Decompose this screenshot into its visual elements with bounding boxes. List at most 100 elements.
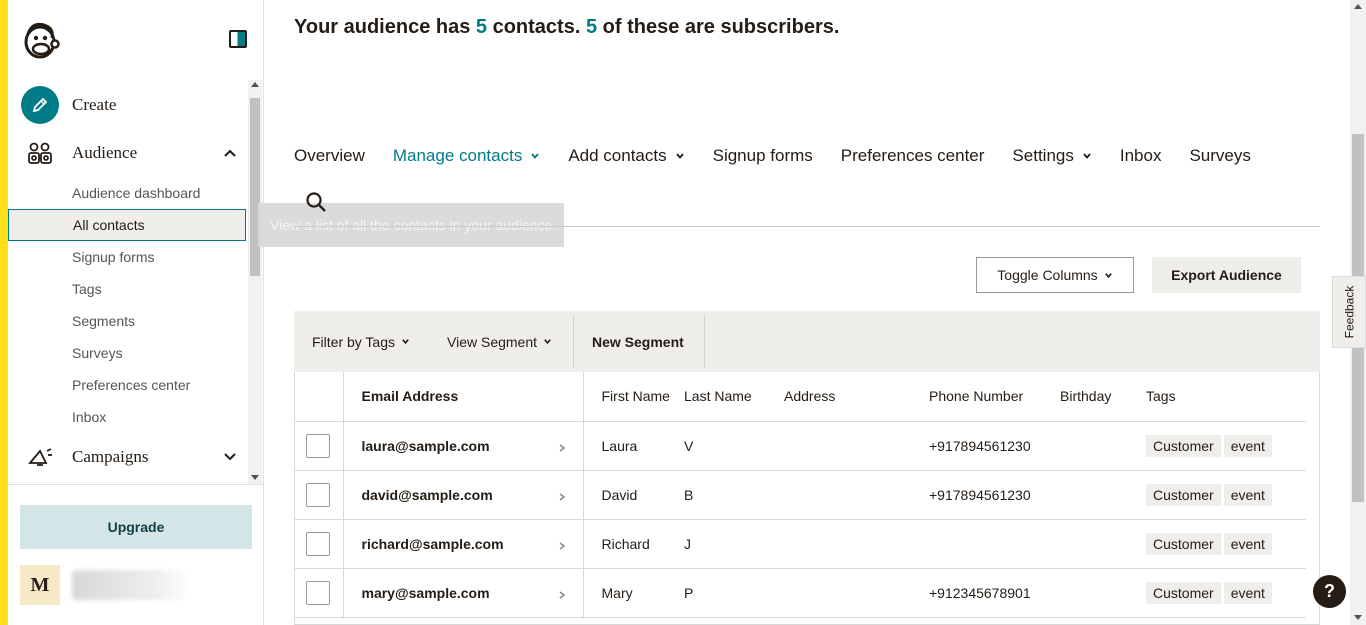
column-header-first-name[interactable]: First Name [583,372,684,422]
tab-overview[interactable]: Overview [294,144,365,168]
column-header-email[interactable]: Email Address [343,372,584,422]
chevron-down-icon [544,339,551,345]
row-checkbox[interactable] [306,531,330,556]
tag-badge[interactable]: event [1223,581,1272,604]
subscribers-count: 5 [585,16,598,38]
email-cell[interactable]: mary@sample.com [343,568,584,618]
chevron-right-icon[interactable] [557,492,567,502]
tab-label: Signup forms [712,146,813,165]
first-name-cell: Richard [583,519,684,569]
sidebar-subitem-signup-forms[interactable]: Signup forms [72,246,154,268]
email-link[interactable]: laura@sample.com [362,438,490,454]
address-cell [784,519,929,569]
sidebar-item-create[interactable]: Create [20,85,246,125]
toggle-columns-button[interactable]: Toggle Columns [976,257,1134,293]
tab-manage-contacts[interactable]: Manage contacts [393,144,540,168]
tag-badge[interactable]: event [1223,483,1272,506]
column-header-phone[interactable]: Phone Number [929,372,1060,422]
column-header-birthday[interactable]: Birthday [1060,372,1146,422]
tag-badge[interactable]: Customer [1146,483,1221,506]
column-header-address[interactable]: Address [784,372,929,422]
last-name-cell: J [684,519,784,569]
sidebar-item-audience[interactable]: Audience [20,133,246,173]
sidebar-subitem-surveys[interactable]: Surveys [72,342,123,364]
address-cell [784,568,929,618]
sidebar-subitem-segments[interactable]: Segments [72,310,135,332]
tab-signup-forms[interactable]: Signup forms [713,144,813,168]
scroll-down-icon[interactable] [1354,615,1362,620]
phone-cell [929,519,1060,569]
tab-surveys[interactable]: Surveys [1189,144,1250,168]
view-segment-dropdown[interactable]: View Segment [447,311,552,372]
contacts-table: Email Address First Name Last Name Addre… [294,372,1320,625]
tags-cell: Customer event [1146,519,1306,569]
email-cell[interactable]: richard@sample.com [343,519,584,569]
phone-cell: +917894561230 [929,470,1060,520]
brand-accent-bar [0,0,8,625]
feedback-button[interactable]: Feedback [1332,276,1366,348]
chevron-right-icon[interactable] [557,541,567,551]
tab-add-contacts[interactable]: Add contacts [568,144,684,168]
email-link[interactable]: david@sample.com [362,487,493,503]
sidebar-collapse-icon[interactable] [229,30,247,48]
sidebar-scrollbar[interactable] [248,80,262,484]
tag-badge[interactable]: event [1223,434,1272,457]
email-link[interactable]: mary@sample.com [362,585,490,601]
birthday-cell [1060,421,1146,471]
tag-badge[interactable]: Customer [1146,532,1221,555]
first-name-cell: Laura [583,421,684,471]
tag-badge[interactable]: Customer [1146,434,1221,457]
email-cell[interactable]: laura@sample.com [343,421,584,471]
row-checkbox[interactable] [306,580,330,605]
export-audience-button[interactable]: Export Audience [1152,257,1301,293]
sidebar-item-campaigns[interactable]: Campaigns [20,437,246,477]
headline-text: of these are subscribers. [597,16,840,38]
scroll-up-icon[interactable] [251,82,259,87]
dropdown-label: Filter by Tags [312,333,395,350]
megaphone-icon [20,437,60,477]
tooltip: View a list of all the contacts in your … [258,203,564,247]
mailchimp-logo-icon[interactable] [22,20,60,60]
filter-separator [573,315,574,368]
filter-by-tags-dropdown[interactable]: Filter by Tags [312,311,410,372]
help-button[interactable]: ? [1313,575,1346,608]
birthday-cell [1060,519,1146,569]
phone-cell: +912345678901 [929,568,1060,618]
column-header-last-name[interactable]: Last Name [684,372,784,422]
scroll-up-icon[interactable] [1354,4,1362,9]
button-label: Toggle Columns [997,267,1098,283]
sidebar-subitem-audience-dashboard[interactable]: Audience dashboard [72,182,200,204]
table-header-row: Email Address First Name Last Name Addre… [295,372,1306,422]
email-link[interactable]: richard@sample.com [362,536,504,552]
tab-settings[interactable]: Settings [1012,144,1091,168]
tag-badge[interactable]: event [1223,532,1272,555]
chevron-right-icon[interactable] [557,443,567,453]
chevron-down-icon[interactable] [222,449,238,465]
scroll-down-icon[interactable] [251,475,259,480]
chevron-down-icon [675,153,684,159]
select-column-header [295,372,344,422]
sidebar-item-label: Audience [72,143,138,162]
first-name-cell: Mary [583,568,684,618]
tab-preferences-center[interactable]: Preferences center [841,144,985,168]
filter-bar: Filter by Tags View Segment New Segment [294,311,1320,372]
chevron-down-icon [1083,153,1091,159]
row-checkbox[interactable] [306,433,330,458]
account-menu[interactable]: M [20,565,192,605]
new-segment-button[interactable]: New Segment [592,311,684,372]
tab-inbox[interactable]: Inbox [1120,144,1162,168]
chevron-right-icon[interactable] [557,590,567,600]
row-checkbox[interactable] [306,482,330,507]
sidebar-subitem-all-contacts[interactable]: All contacts [8,209,246,241]
address-cell [784,470,929,520]
chevron-up-icon[interactable] [222,145,238,161]
email-cell[interactable]: david@sample.com [343,470,584,520]
sidebar-subitem-inbox[interactable]: Inbox [72,406,106,428]
upgrade-button[interactable]: Upgrade [20,505,252,549]
sidebar-subitem-preferences-center[interactable]: Preferences center [72,374,190,396]
tag-badge[interactable]: Customer [1146,581,1221,604]
column-header-tags[interactable]: Tags [1146,372,1306,422]
search-icon[interactable] [305,191,327,213]
sidebar-subitem-tags[interactable]: Tags [72,278,102,300]
scrollbar-thumb[interactable] [250,98,260,276]
